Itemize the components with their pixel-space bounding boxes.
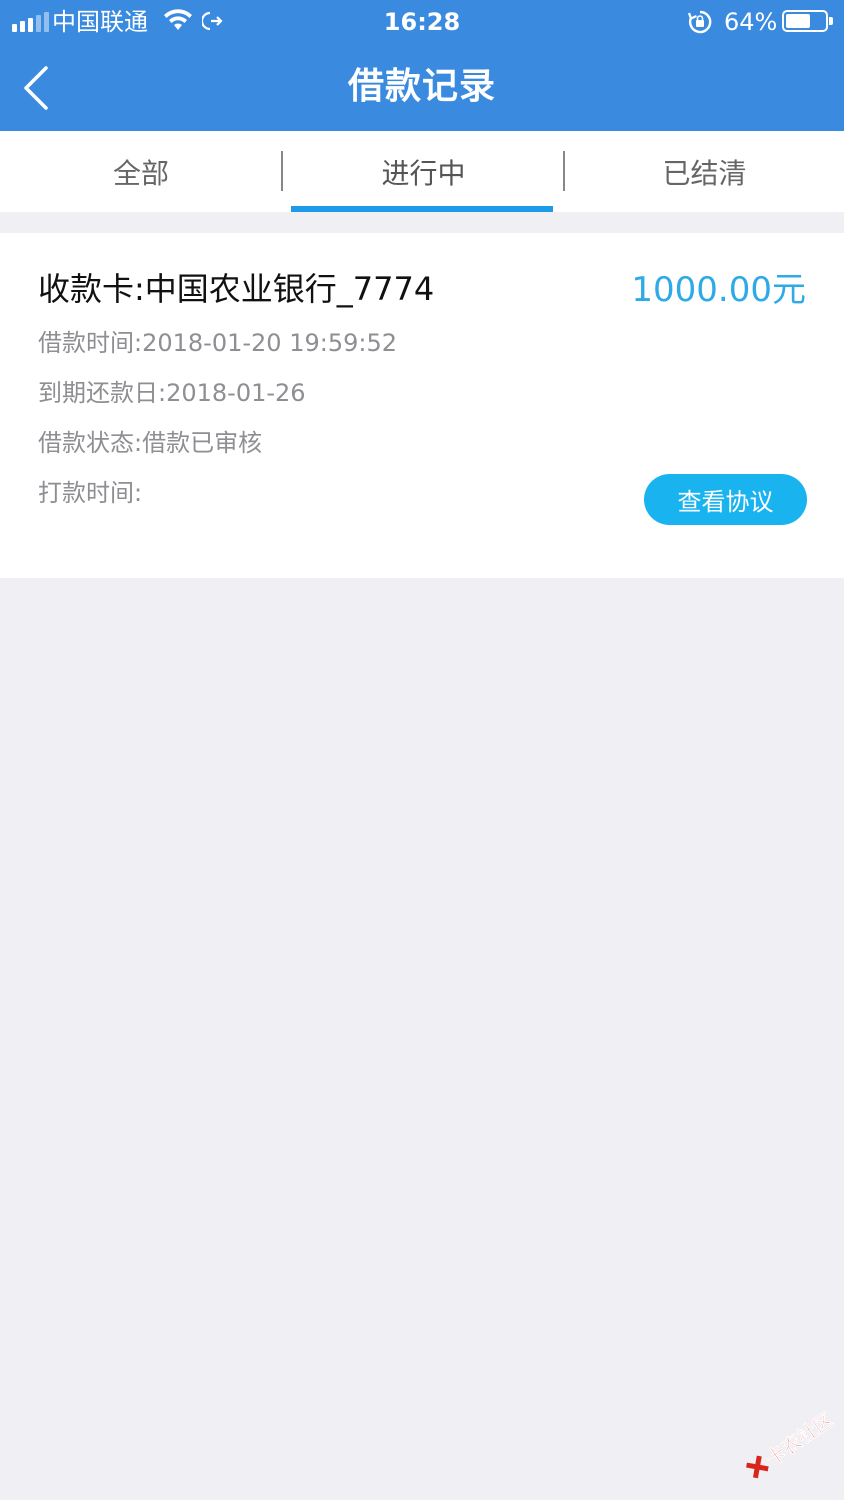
loan-amount: 1000.00元 <box>631 270 806 310</box>
watermark-logo: 卡农社区 <box>725 1378 844 1500</box>
tab-bar: 全部 进行中 已结清 <box>0 131 844 212</box>
tab-all[interactable]: 全部 <box>0 131 282 212</box>
clock: 16:28 <box>383 8 461 36</box>
loan-record-card[interactable]: 收款卡:中国农业银行_7774 1000.00元 借款时间:2018-01-20… <box>0 233 844 578</box>
navigation-bar: 中国联通 16:28 64% 借款记录 <box>0 0 844 131</box>
receiving-card-title: 收款卡:中国农业银行_7774 <box>38 270 435 308</box>
loan-time: 借款时间:2018-01-20 19:59:52 <box>38 329 397 357</box>
battery-icon <box>782 10 833 32</box>
view-agreement-button[interactable]: 查看协议 <box>644 474 807 525</box>
tab-settled[interactable]: 已结清 <box>565 131 844 212</box>
battery-percentage: 64% <box>724 8 778 36</box>
due-date: 到期还款日:2018-01-26 <box>38 379 306 407</box>
active-tab-indicator <box>291 206 553 212</box>
watermark-text: 卡农社区 <box>762 1408 838 1471</box>
payout-time: 打款时间: <box>38 479 143 507</box>
page-title: 借款记录 <box>347 66 496 107</box>
tab-in-progress[interactable]: 进行中 <box>283 131 564 212</box>
loan-status: 借款状态:借款已审核 <box>38 429 263 457</box>
rotation-lock-icon <box>687 10 712 38</box>
status-bar: 中国联通 16:28 64% <box>0 0 844 44</box>
